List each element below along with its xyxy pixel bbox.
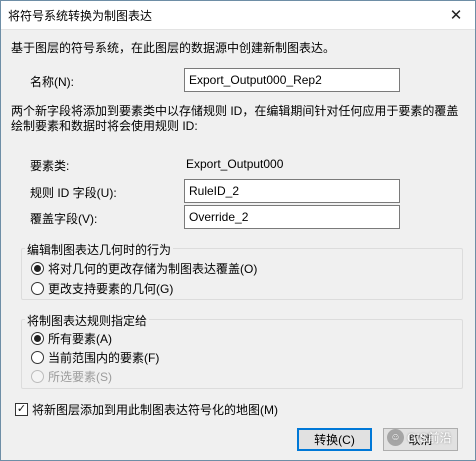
- close-icon[interactable]: ✕: [443, 4, 469, 26]
- info-text-line-2: 绘制要素和数据时将会使用规则 ID:: [11, 119, 198, 133]
- title-bar[interactable]: 将符号系统转换为制图表达 ✕: [1, 1, 475, 30]
- watermark: ☺ GIS前沿: [387, 429, 452, 446]
- radio-button[interactable]: [31, 282, 44, 295]
- radio-features-in-extent-label: 当前范围内的要素(F): [48, 351, 160, 365]
- radio-button[interactable]: [31, 351, 44, 364]
- rule-assignment-group-title: 将制图表达规则指定给: [25, 312, 150, 329]
- radio-button-disabled: [31, 370, 44, 383]
- intro-text: 基于图层的符号系统，在此图层的数据源中创建新制图表达。: [11, 41, 336, 55]
- radio-selected-features: 所选要素(S): [31, 368, 112, 385]
- override-field-label: 覆盖字段(V):: [30, 212, 98, 226]
- window-title: 将符号系统转换为制图表达: [8, 9, 153, 23]
- wechat-icon: ☺: [387, 429, 404, 446]
- radio-change-geometry[interactable]: 更改支持要素的几何(G): [31, 280, 173, 297]
- radio-features-in-extent[interactable]: 当前范围内的要素(F): [31, 349, 159, 366]
- radio-store-as-override-label: 将对几何的更改存储为制图表达覆盖(O): [48, 262, 258, 276]
- add-layer-to-map-checkbox[interactable]: ✓ 将新图层添加到用此制图表达符号化的地图(M): [15, 401, 278, 418]
- rule-id-field-input[interactable]: RuleID_2: [184, 179, 400, 203]
- radio-button-selected[interactable]: [31, 262, 44, 275]
- name-label: 名称(N):: [30, 75, 74, 89]
- override-field-input[interactable]: Override_2: [184, 205, 400, 229]
- radio-button-selected[interactable]: [31, 332, 44, 345]
- radio-all-features[interactable]: 所有要素(A): [31, 330, 112, 347]
- geometry-behavior-group-title: 编辑制图表达几何时的行为: [25, 241, 174, 258]
- convert-button[interactable]: 转换(C): [297, 428, 372, 451]
- checkbox-checked-icon[interactable]: ✓: [15, 403, 28, 416]
- name-input[interactable]: Export_Output000_Rep2: [184, 68, 400, 92]
- rule-id-field-label: 规则 ID 字段(U):: [30, 186, 117, 200]
- radio-selected-features-label: 所选要素(S): [48, 370, 112, 384]
- add-layer-to-map-label: 将新图层添加到用此制图表达符号化的地图(M): [32, 403, 278, 417]
- radio-store-as-override[interactable]: 将对几何的更改存储为制图表达覆盖(O): [31, 260, 257, 277]
- radio-all-features-label: 所有要素(A): [48, 332, 112, 346]
- watermark-text: GIS前沿: [407, 431, 452, 445]
- convert-symbology-dialog: 将符号系统转换为制图表达 ✕ 基于图层的符号系统，在此图层的数据源中创建新制图表…: [0, 0, 476, 461]
- feature-class-value: Export_Output000: [186, 157, 284, 171]
- feature-class-label: 要素类:: [30, 159, 70, 173]
- radio-change-geometry-label: 更改支持要素的几何(G): [48, 282, 174, 296]
